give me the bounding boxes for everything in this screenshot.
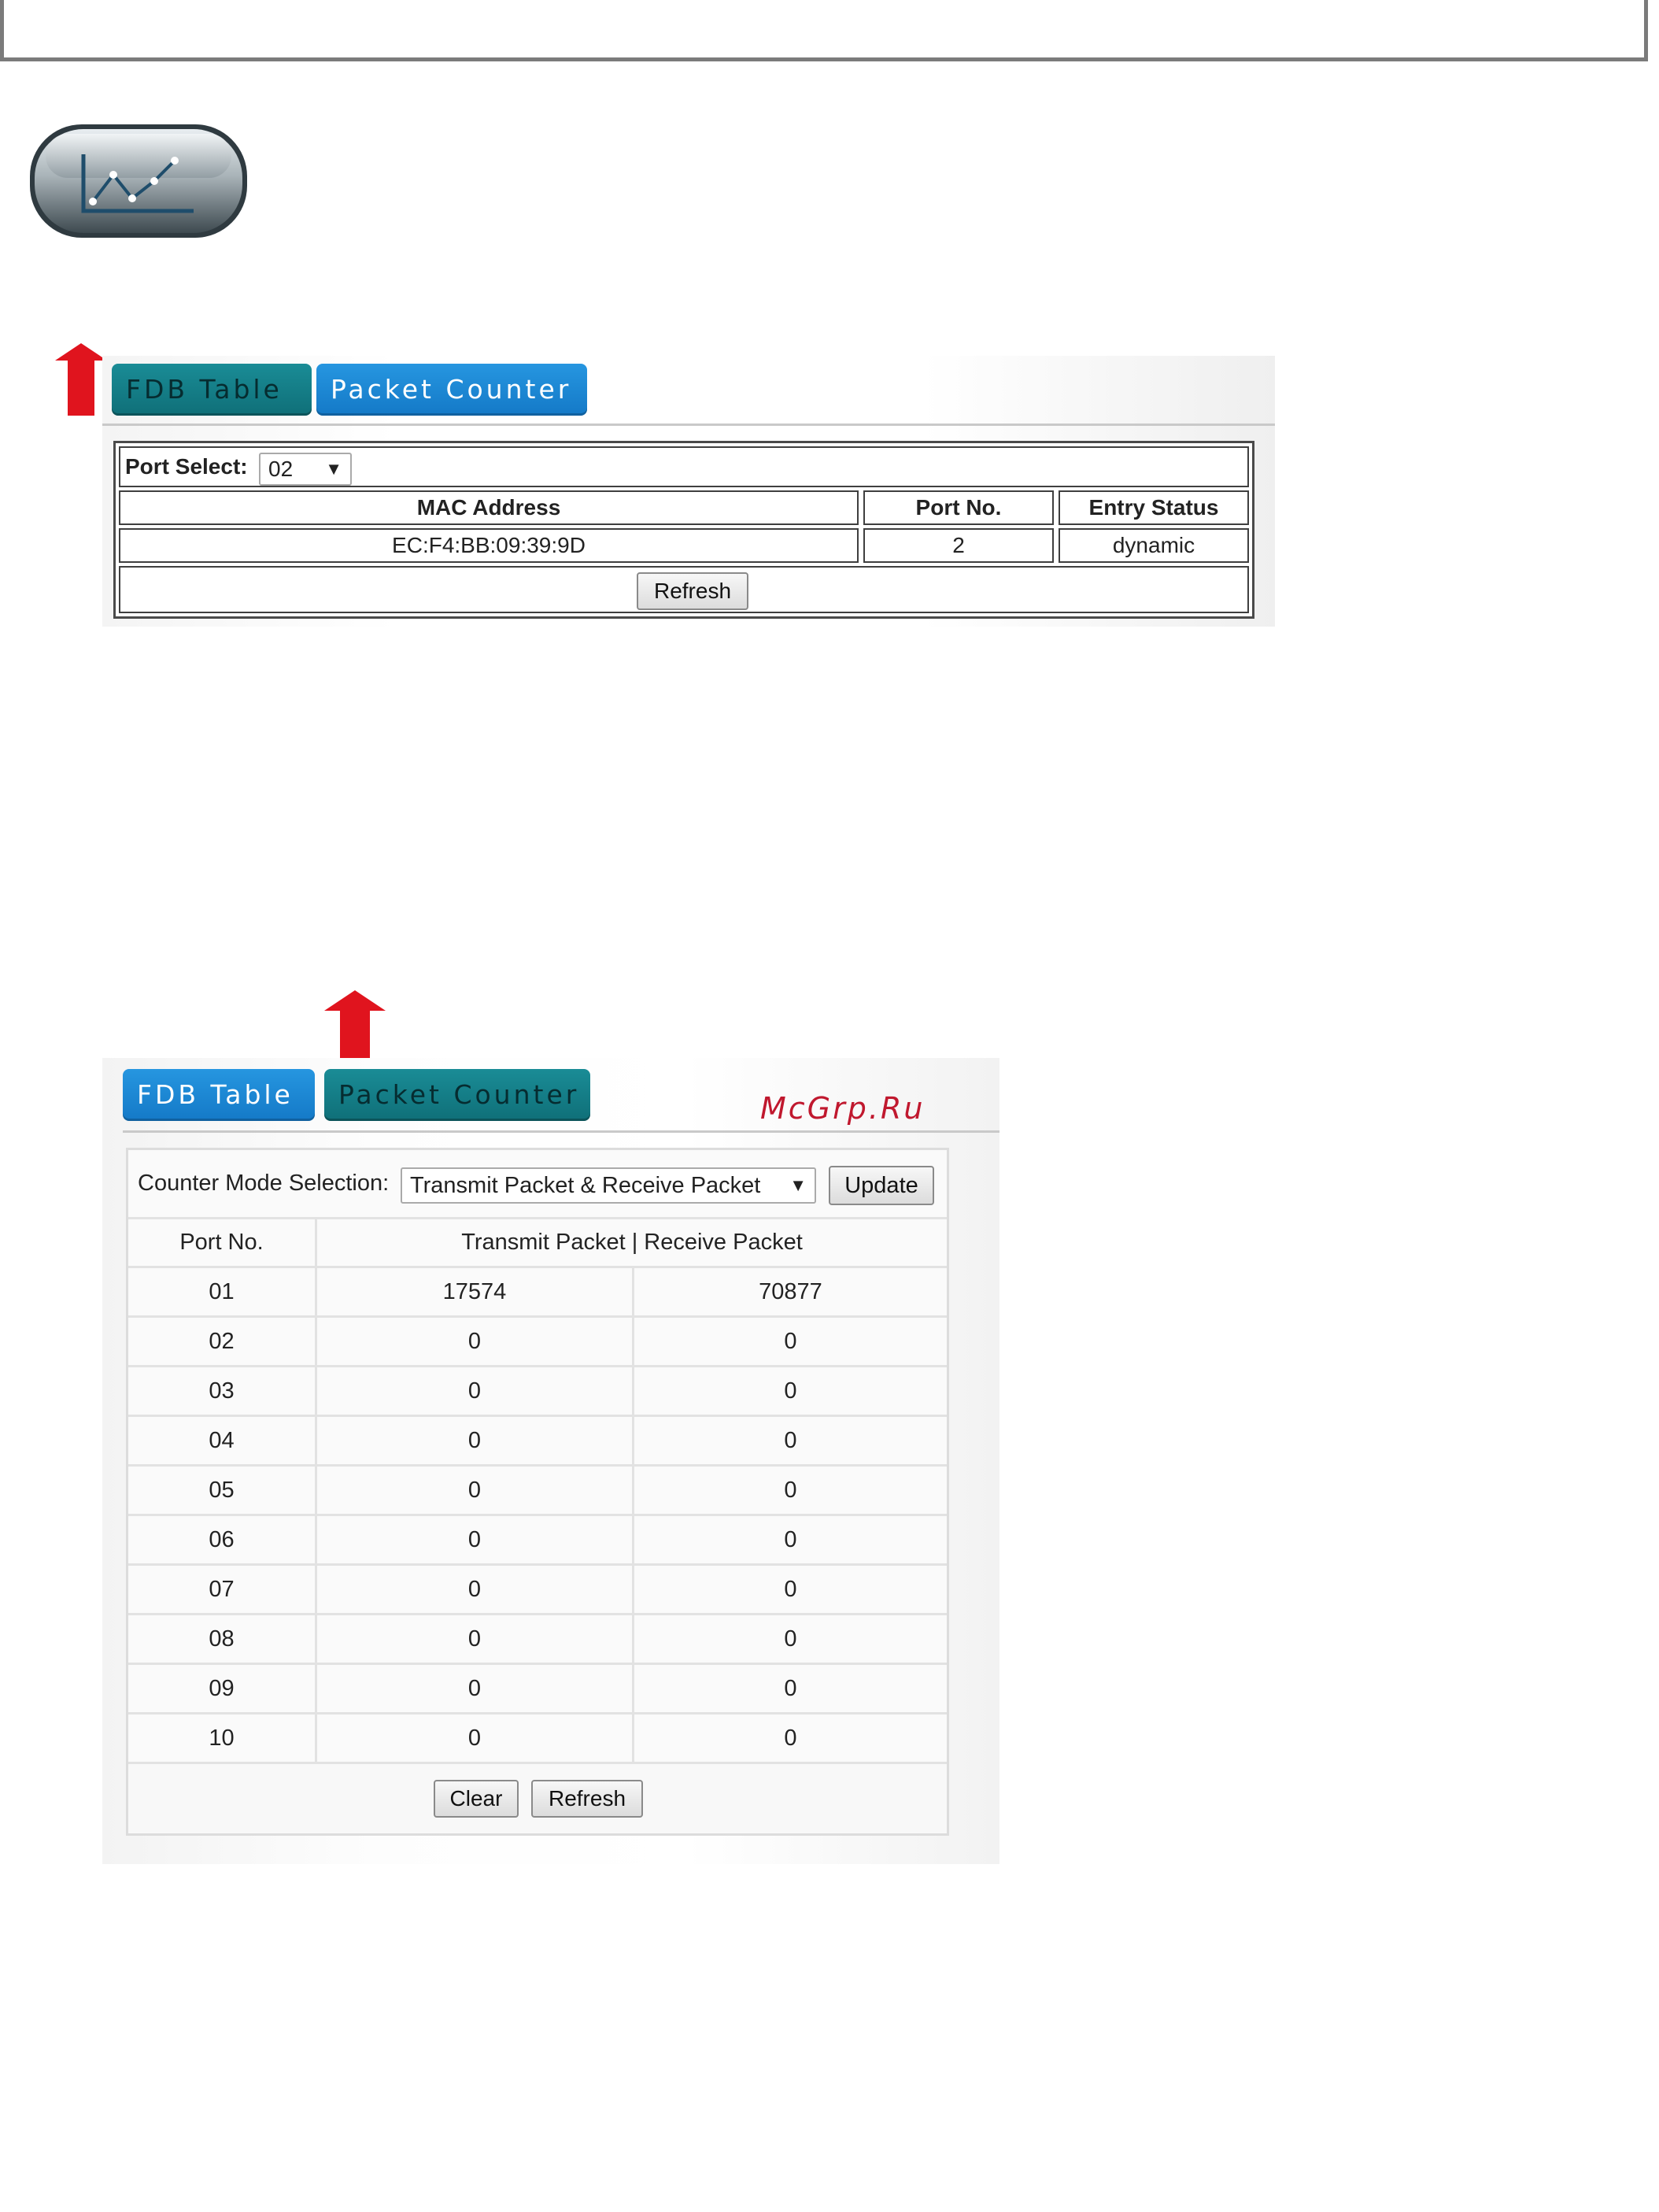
- up-arrow-icon: [324, 990, 386, 1058]
- column-header-status: Entry Status: [1059, 490, 1249, 525]
- mac-address-cell: EC:F4:BB:09:39:9D: [119, 528, 859, 563]
- port-number-cell: 06: [128, 1516, 317, 1566]
- transmit-packet-cell: 0: [317, 1318, 634, 1367]
- tab-divider: [123, 1130, 999, 1133]
- refresh-button[interactable]: Refresh: [637, 572, 748, 610]
- port-number-cell: 03: [128, 1367, 317, 1417]
- transmit-packet-cell: 0: [317, 1367, 634, 1417]
- receive-packet-cell: 0: [634, 1516, 947, 1566]
- port-number-cell: 10: [128, 1714, 317, 1764]
- fdb-table: Port Select: 02 ▼ MAC Address Port No. E…: [113, 441, 1254, 619]
- transmit-packet-cell: 0: [317, 1516, 634, 1566]
- line-chart-icon: [30, 124, 247, 238]
- transmit-packet-cell: 0: [317, 1566, 634, 1615]
- port-number-cell: 08: [128, 1615, 317, 1665]
- port-number-cell: 07: [128, 1566, 317, 1615]
- port-select-value: 02: [268, 457, 294, 481]
- packet-counter-panel: FDB Table Packet Counter McGrp.Ru Counte…: [102, 1058, 999, 1864]
- watermark-text: McGrp.Ru: [760, 1091, 926, 1126]
- port-number-cell: 02: [128, 1318, 317, 1367]
- receive-packet-cell: 70877: [634, 1268, 947, 1318]
- update-button[interactable]: Update: [829, 1166, 934, 1205]
- entry-status-cell: dynamic: [1059, 528, 1249, 563]
- counter-mode-dropdown[interactable]: Transmit Packet & Receive Packet ▼: [401, 1167, 816, 1204]
- port-number-cell: 2: [863, 528, 1054, 563]
- packet-counter-table: Counter Mode Selection: Transmit Packet …: [126, 1148, 949, 1836]
- clear-button[interactable]: Clear: [434, 1780, 519, 1818]
- chevron-down-icon: ▼: [789, 1175, 807, 1195]
- chevron-down-icon: ▼: [325, 459, 342, 479]
- refresh-button[interactable]: Refresh: [531, 1780, 643, 1818]
- port-number-cell: 04: [128, 1417, 317, 1467]
- transmit-packet-cell: 0: [317, 1417, 634, 1467]
- column-header-mac: MAC Address: [119, 490, 859, 525]
- transmit-packet-cell: 0: [317, 1714, 634, 1764]
- port-select-dropdown[interactable]: 02 ▼: [259, 453, 352, 486]
- statistics-badge: [28, 123, 249, 239]
- port-number-cell: 09: [128, 1665, 317, 1714]
- tab-divider: [102, 424, 1275, 426]
- port-select-label: Port Select:: [125, 454, 248, 479]
- tab-fdb-table[interactable]: FDB Table: [123, 1069, 315, 1121]
- port-number-cell: 01: [128, 1268, 317, 1318]
- column-header-port: Port No.: [128, 1219, 317, 1268]
- receive-packet-cell: 0: [634, 1714, 947, 1764]
- transmit-packet-cell: 0: [317, 1467, 634, 1516]
- tab-packet-counter[interactable]: Packet Counter: [324, 1069, 590, 1121]
- header-frame: [0, 0, 1648, 61]
- receive-packet-cell: 0: [634, 1665, 947, 1714]
- tab-fdb-table[interactable]: FDB Table: [112, 364, 312, 416]
- column-header-packets: Transmit Packet | Receive Packet: [317, 1219, 947, 1268]
- port-number-cell: 05: [128, 1467, 317, 1516]
- up-arrow-icon: [55, 343, 107, 416]
- transmit-packet-cell: 0: [317, 1615, 634, 1665]
- counter-mode-value: Transmit Packet & Receive Packet: [410, 1172, 761, 1198]
- receive-packet-cell: 0: [634, 1566, 947, 1615]
- receive-packet-cell: 0: [634, 1417, 947, 1467]
- receive-packet-cell: 0: [634, 1367, 947, 1417]
- transmit-packet-cell: 0: [317, 1665, 634, 1714]
- tab-packet-counter[interactable]: Packet Counter: [316, 364, 587, 416]
- fdb-table-panel: FDB Table Packet Counter Port Select: 02…: [102, 356, 1275, 627]
- column-header-port: Port No.: [863, 490, 1054, 525]
- receive-packet-cell: 0: [634, 1318, 947, 1367]
- receive-packet-cell: 0: [634, 1615, 947, 1665]
- counter-mode-label: Counter Mode Selection:: [138, 1171, 390, 1196]
- receive-packet-cell: 0: [634, 1467, 947, 1516]
- transmit-packet-cell: 17574: [317, 1268, 634, 1318]
